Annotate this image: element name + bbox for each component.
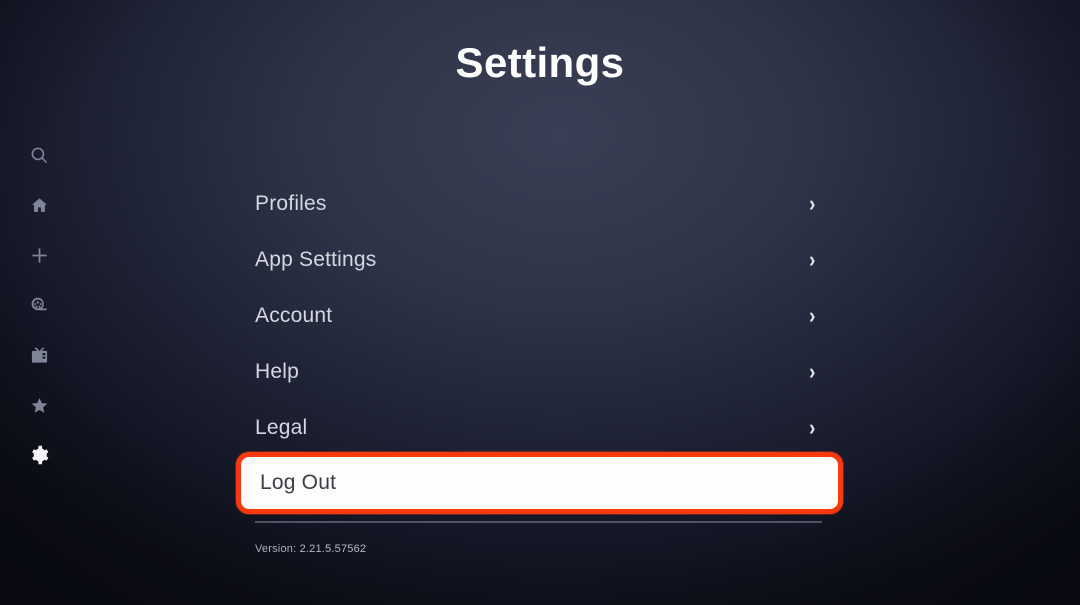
chevron-right-icon: › (808, 191, 816, 216)
menu-item-app-settings[interactable]: App Settings › (255, 232, 823, 288)
star-icon (30, 396, 49, 415)
chevron-right-icon: › (808, 303, 816, 328)
menu-item-label: Log Out (260, 471, 337, 494)
menu-item-label: Profiles (255, 192, 327, 215)
tv-icon (30, 346, 49, 365)
menu-item-label: App Settings (255, 248, 377, 271)
menu-item-profiles[interactable]: Profiles › (255, 176, 823, 232)
menu-item-label: Legal (255, 416, 308, 439)
sidebar-item-favorites[interactable] (22, 388, 56, 422)
menu-item-log-out[interactable]: Log Out (236, 452, 843, 514)
sidebar-nav (0, 0, 78, 605)
film-reel-icon (30, 296, 49, 315)
app-screen: Settings Profiles › App Settings › Accou… (0, 0, 1080, 605)
sidebar-item-tv[interactable] (22, 338, 56, 372)
plus-icon (30, 246, 49, 265)
chevron-right-icon: › (808, 247, 816, 272)
home-icon (30, 196, 49, 215)
search-icon (30, 146, 49, 165)
chevron-right-icon: › (808, 359, 816, 384)
sidebar-item-settings[interactable] (22, 438, 56, 472)
menu-item-label: Help (255, 360, 299, 383)
menu-item-label: Account (255, 304, 333, 327)
sidebar-item-search[interactable] (22, 138, 56, 172)
sidebar-item-home[interactable] (22, 188, 56, 222)
version-label: Version: 2.21.5.57562 (255, 543, 367, 555)
sidebar-item-add[interactable] (22, 238, 56, 272)
menu-divider (255, 521, 822, 523)
menu-item-help[interactable]: Help › (255, 344, 823, 400)
page-title: Settings (455, 39, 625, 86)
menu-item-legal[interactable]: Legal › (255, 400, 823, 456)
chevron-right-icon: › (808, 415, 816, 440)
settings-menu: Profiles › App Settings › Account › Help… (236, 176, 843, 555)
sidebar-item-movies[interactable] (22, 288, 56, 322)
menu-item-account[interactable]: Account › (255, 288, 823, 344)
gear-icon (29, 445, 49, 465)
